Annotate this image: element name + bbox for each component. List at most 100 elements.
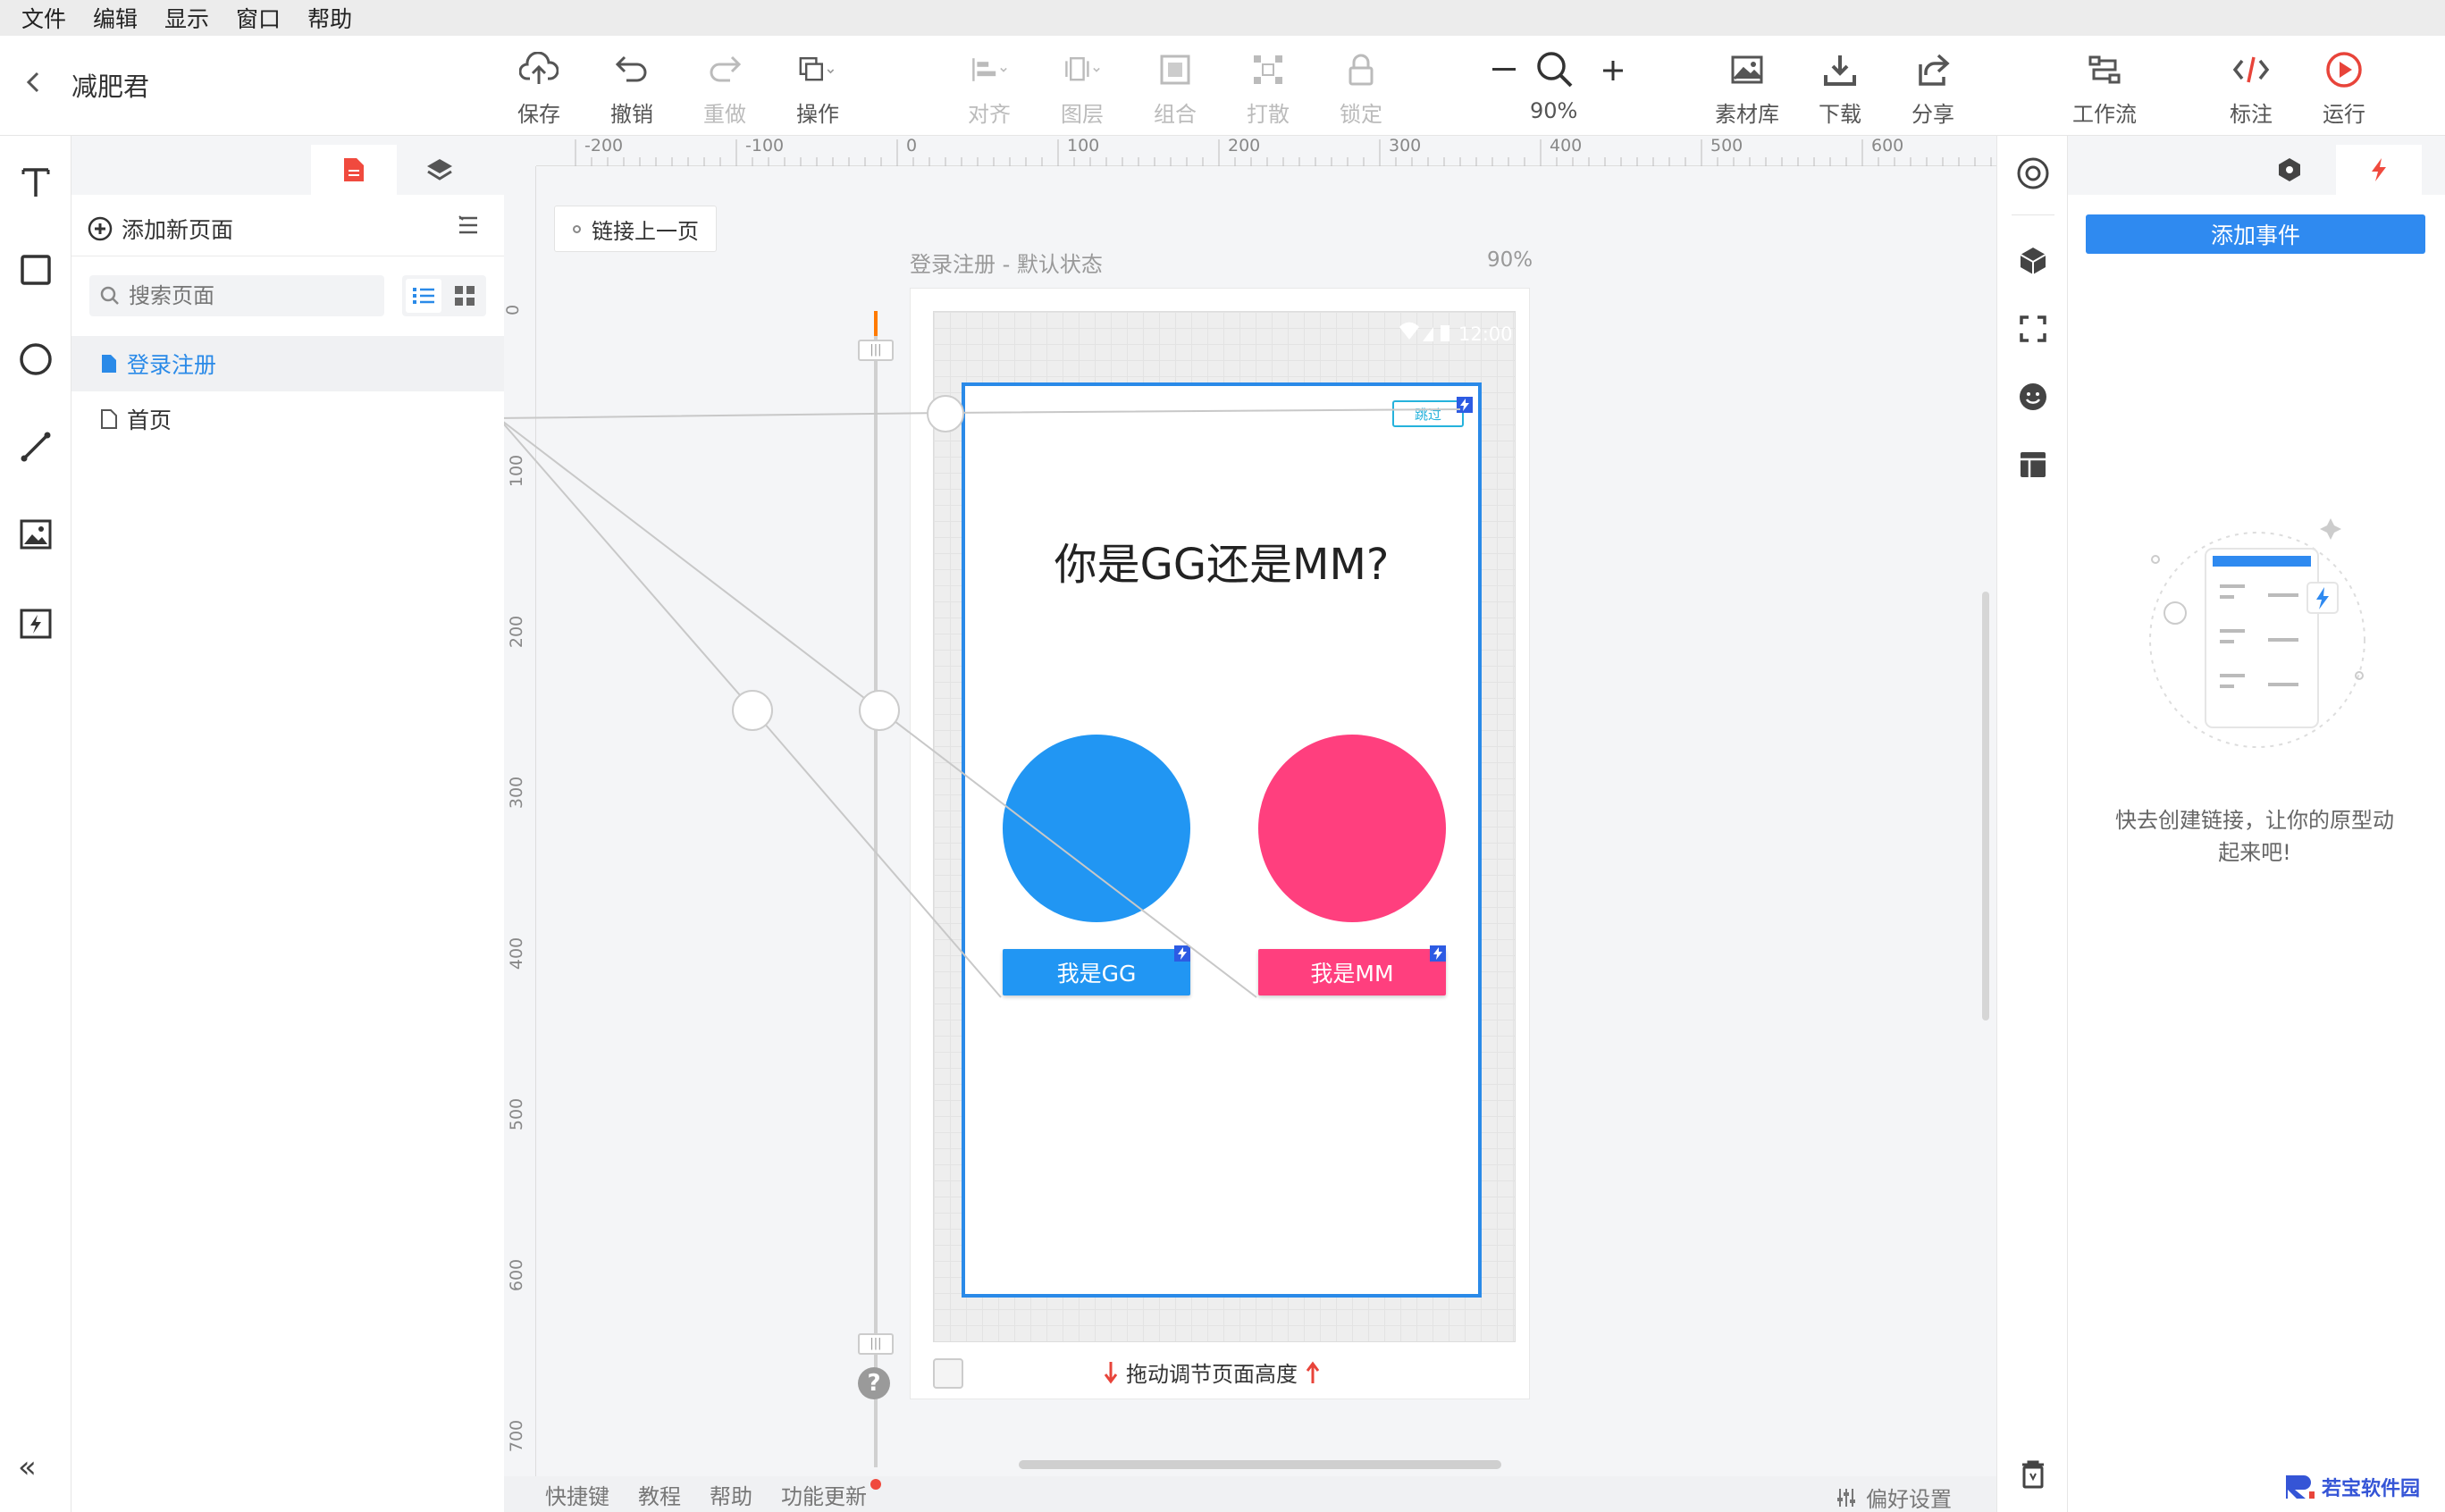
rectangle-tool-icon[interactable]	[16, 250, 55, 290]
tap-hotspot-icon[interactable]	[927, 395, 964, 433]
undo-button[interactable]: 撤销	[592, 48, 672, 130]
shortcuts-link[interactable]: 快捷键	[545, 1479, 609, 1510]
align-button[interactable]: 对齐	[949, 48, 1029, 130]
cloud-upload-icon	[517, 48, 560, 91]
scan-frame-icon[interactable]	[2015, 311, 2051, 347]
menu-help[interactable]: 帮助	[297, 2, 363, 34]
redo-button[interactable]: 重做	[685, 48, 765, 130]
preferences-button[interactable]: 偏好设置	[1836, 1482, 1952, 1512]
pages-panel: 添加新页面 登录注册 首页	[71, 136, 504, 1512]
layer-button[interactable]: 图层	[1042, 48, 1122, 130]
lock-icon	[1340, 48, 1382, 91]
canvas[interactable]: -200 -100 0 100 200 300 400 500 600 0 10…	[504, 136, 1996, 1476]
recycle-bin-icon[interactable]	[2015, 1457, 2051, 1492]
text-tool-icon[interactable]	[16, 163, 55, 202]
events-tabs	[2068, 136, 2445, 195]
toolbar: 减肥君 保存 撤销 重做 操作 对齐 图层 组合 打散 锁定 90% 素材库 下…	[0, 36, 2445, 136]
updates-link[interactable]: 功能更新	[781, 1478, 881, 1510]
help-icon[interactable]: ?	[858, 1367, 890, 1399]
image-library-icon	[1726, 48, 1769, 91]
magnifier-icon[interactable]	[1533, 48, 1576, 91]
workflow-button[interactable]: 工作流	[2064, 48, 2145, 130]
assets-button[interactable]: 素材库	[1707, 48, 1787, 130]
search-input[interactable]	[129, 283, 361, 308]
menu-file[interactable]: 文件	[11, 2, 77, 34]
tab-pages[interactable]	[311, 145, 397, 195]
share-icon	[1911, 48, 1954, 91]
page-item-login[interactable]: 登录注册	[71, 336, 504, 391]
target-icon[interactable]	[2015, 155, 2051, 191]
download-button[interactable]: 下载	[1800, 48, 1880, 130]
menu-bar: 文件 编辑 显示 窗口 帮助	[0, 0, 2445, 36]
hotspot-tool-icon[interactable]	[16, 604, 55, 643]
image-tool-icon[interactable]	[16, 515, 55, 554]
layout-template-icon[interactable]	[2015, 447, 2051, 483]
arrow-down-icon	[1104, 1361, 1118, 1383]
share-button[interactable]: 分享	[1893, 48, 1973, 130]
component-cube-icon[interactable]	[2015, 243, 2051, 279]
annotate-button[interactable]: 标注	[2211, 48, 2291, 130]
page-file-icon	[344, 158, 364, 181]
grid-view-icon[interactable]	[447, 279, 483, 313]
run-button[interactable]: 运行	[2304, 48, 2384, 130]
arrow-up-icon	[1306, 1361, 1320, 1383]
back-icon[interactable]	[20, 68, 48, 97]
divider	[2012, 214, 2054, 215]
lock-button[interactable]: 锁定	[1321, 48, 1401, 130]
tab-layers[interactable]	[397, 145, 483, 195]
layer-icon	[1061, 48, 1104, 91]
group-icon	[1154, 48, 1197, 91]
project-title: 减肥君	[71, 71, 150, 102]
save-button[interactable]: 保存	[499, 48, 579, 130]
collapse-panel-icon[interactable]: «	[18, 1449, 37, 1485]
right-icon-rail	[1996, 136, 2068, 1512]
help-link[interactable]: 帮助	[710, 1479, 752, 1510]
tool-rail: «	[0, 136, 71, 1512]
operate-icon	[796, 48, 839, 91]
vertical-scrollbar[interactable]	[1982, 592, 1989, 1021]
list-view-icon[interactable]	[406, 279, 441, 313]
emoji-icon[interactable]	[2015, 379, 2051, 415]
zoom-out-icon[interactable]	[1492, 68, 1516, 71]
pages-tabs	[71, 136, 504, 195]
align-left-icon	[968, 48, 1011, 91]
redo-icon	[703, 48, 746, 91]
add-page-button[interactable]: 添加新页面	[88, 209, 233, 248]
tap-hotspot-icon[interactable]	[859, 690, 900, 731]
line-tool-icon[interactable]	[16, 427, 55, 466]
add-event-button[interactable]: 添加事件	[2086, 214, 2425, 254]
zoom-control: 90%	[1475, 48, 1635, 130]
page-item-home[interactable]: 首页	[71, 391, 504, 447]
view-toggle	[402, 275, 486, 316]
circle-tool-icon[interactable]	[16, 340, 55, 379]
drag-height-note: 拖动调节页面高度	[1103, 1357, 1321, 1388]
code-icon	[2230, 48, 2273, 91]
horizontal-scrollbar[interactable]	[1019, 1460, 1501, 1469]
tab-events[interactable]	[2336, 145, 2422, 195]
menu-view[interactable]: 显示	[154, 2, 220, 34]
link-lines	[504, 408, 1461, 998]
download-icon	[1819, 48, 1861, 91]
menu-window[interactable]: 窗口	[225, 2, 291, 34]
tab-properties[interactable]	[2247, 145, 2332, 195]
tutorial-link[interactable]: 教程	[638, 1479, 681, 1510]
zoom-level: 90%	[1530, 98, 1578, 123]
menu-edit[interactable]: 编辑	[82, 2, 148, 34]
lightning-icon	[2372, 158, 2386, 181]
notification-dot	[870, 1478, 881, 1490]
sort-list-icon[interactable]	[456, 214, 481, 238]
group-button[interactable]: 组合	[1135, 48, 1215, 130]
document-icon	[101, 409, 117, 429]
page-checkbox[interactable]	[933, 1358, 963, 1389]
zoom-in-icon[interactable]	[1601, 59, 1625, 82]
page-search	[89, 275, 384, 316]
layers-icon	[427, 159, 452, 181]
document-icon	[102, 355, 116, 373]
brand-watermark: 若宝软件园	[2284, 1473, 2420, 1501]
undo-icon	[610, 48, 653, 91]
add-circle-icon	[88, 216, 113, 241]
operate-button[interactable]: 操作	[777, 48, 858, 130]
tap-hotspot-icon[interactable]	[732, 690, 773, 731]
ungroup-icon	[1247, 48, 1290, 91]
ungroup-button[interactable]: 打散	[1228, 48, 1308, 130]
